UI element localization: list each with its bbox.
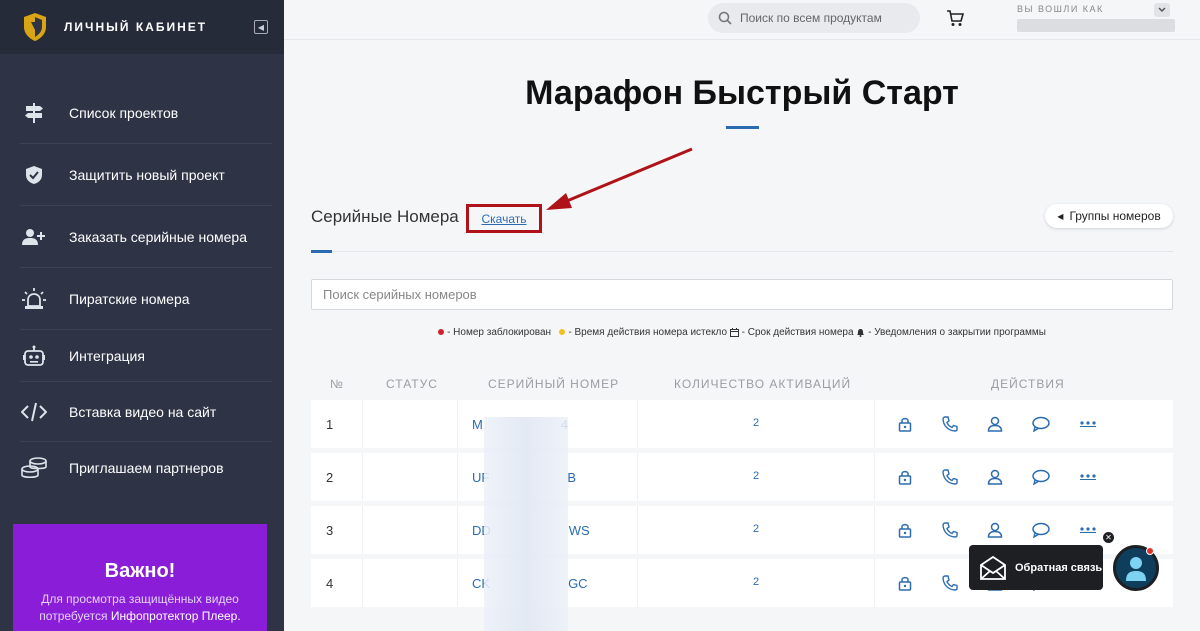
phone-icon[interactable] [940,573,960,593]
legend-notifications: - Уведомления о закрытии программы [868,327,1046,338]
expired-dot-icon [559,329,566,336]
bell-icon [857,328,865,337]
user-icon[interactable] [985,467,1005,487]
shield-check-icon [20,161,48,189]
code-icon [20,398,48,426]
sidebar-item-integration[interactable]: Интеграция [20,330,272,382]
sidebar-item-label: Список проектов [69,104,179,121]
sidebar-item-label: Интеграция [69,347,145,364]
lock-icon[interactable] [895,520,915,540]
legend-validity: - Срок действия номера [741,327,854,338]
alarm-light-icon [20,285,48,313]
sidebar-item-pirate-numbers[interactable]: Пиратские номера [20,268,272,330]
more-icon[interactable] [1078,520,1098,540]
phone-icon[interactable] [940,520,960,540]
logged-in-label: ВЫ ВОШЛИ КАК [1017,4,1104,14]
close-icon[interactable]: ✕ [1103,532,1114,543]
sidebar-title: ЛИЧНЫЙ КАБИНЕТ [64,20,208,34]
comment-icon[interactable] [1031,467,1051,487]
sidebar-nav: Список проектов Защитить новый проект За… [0,82,284,494]
sidebar: ЛИЧНЫЙ КАБИНЕТ ◀ Список проектов Защитит… [0,0,284,631]
section-title: Серийные Номера [311,207,459,226]
shield-logo-icon[interactable] [20,10,50,44]
sidebar-item-label: Приглашаем партнеров [69,460,224,476]
sidebar-header: ЛИЧНЫЙ КАБИНЕТ ◀ [0,0,284,54]
envelope-icon [980,555,1006,580]
lock-icon[interactable] [895,414,915,434]
feedback-label: Обратная связь [1015,561,1103,574]
phone-icon[interactable] [940,467,960,487]
sidebar-item-label: Вставка видео на сайт [69,403,217,420]
legend: - Номер заблокирован - Время действия но… [284,327,1200,338]
title-underline [726,126,759,129]
serial-search-input[interactable] [311,279,1173,310]
notification-dot [1146,547,1154,555]
feedback-button[interactable]: Обратная связь [969,545,1103,590]
table-row: 2 UF B 2 [311,453,1173,501]
user-name-redacted[interactable] [1017,19,1175,32]
sidebar-item-partners[interactable]: Приглашаем партнеров [20,442,272,494]
product-search-input[interactable]: Поиск по всем продуктам [708,3,920,33]
column-header-actions: ДЕЙСТВИЯ [991,377,1065,391]
download-link[interactable]: Скачать [482,212,527,226]
phone-icon[interactable] [940,414,960,434]
sidebar-item-protect-project[interactable]: Защитить новый проект [20,144,272,206]
number-groups-label: Группы номеров [1069,209,1161,223]
collapse-sidebar-icon[interactable]: ◀ [254,20,268,34]
more-icon[interactable] [1078,467,1098,487]
legend-blocked: - Номер заблокирован [447,327,552,338]
search-icon [718,11,732,25]
redaction-blur [484,417,568,631]
promo-text: Для просмотра защищённых видео потребует… [13,591,267,625]
sidebar-item-embed-video[interactable]: Вставка видео на сайт [20,382,272,442]
chevron-down-icon[interactable] [1154,3,1170,17]
coins-icon [20,454,48,482]
table-row: 1M42 [311,400,1173,448]
sidebar-item-label: Пиратские номера [69,290,190,307]
number-groups-button[interactable]: ◀ Группы номеров [1045,204,1173,228]
column-header-activations: КОЛИЧЕСТВО АКТИВАЦИЙ [674,377,852,391]
column-header-num: № [330,377,344,391]
more-icon[interactable] [1078,414,1098,434]
activation-count[interactable]: 2 [311,417,1200,429]
topbar: Поиск по всем продуктам ВЫ ВОШЛИ КАК [284,0,1200,40]
legend-expired: - Время действия номера истекло [568,327,728,338]
lock-icon[interactable] [895,467,915,487]
sidebar-item-label: Заказать серийные номера [69,228,247,245]
sidebar-item-label: Защитить новый проект [69,166,225,183]
activation-count[interactable]: 2 [311,523,1200,535]
annotation-arrow-icon [546,147,693,210]
section-underline [311,250,332,253]
lock-icon[interactable] [895,573,915,593]
download-highlight: Скачать [466,204,542,233]
user-icon[interactable] [985,414,1005,434]
promo-banner[interactable]: Важно! Для просмотра защищённых видео по… [13,524,267,631]
promo-player-name: Инфопротектор Плеер. [110,609,241,623]
cart-icon[interactable] [946,9,965,32]
sidebar-item-order-serials[interactable]: Заказать серийные номера [20,206,272,268]
column-header-serial: СЕРИЙНЫЙ НОМЕР [488,377,620,391]
promo-title: Важно! [104,560,176,582]
calendar-icon [729,327,739,337]
activation-count[interactable]: 2 [311,470,1200,482]
page-title: Марафон Быстрый Старт [525,74,959,112]
column-header-status: СТАТУС [386,377,438,391]
support-agent-icon [1126,557,1146,581]
user-icon[interactable] [985,520,1005,540]
user-plus-icon [20,223,48,251]
robot-icon [20,342,48,370]
signpost-icon [20,99,48,127]
sidebar-item-projects[interactable]: Список проектов [20,82,272,144]
section-divider [311,251,1173,252]
comment-icon[interactable] [1031,414,1051,434]
comment-icon[interactable] [1031,520,1051,540]
product-search-placeholder: Поиск по всем продуктам [740,11,882,25]
caret-left-icon: ◀ [1057,211,1064,221]
blocked-dot-icon [438,329,445,336]
